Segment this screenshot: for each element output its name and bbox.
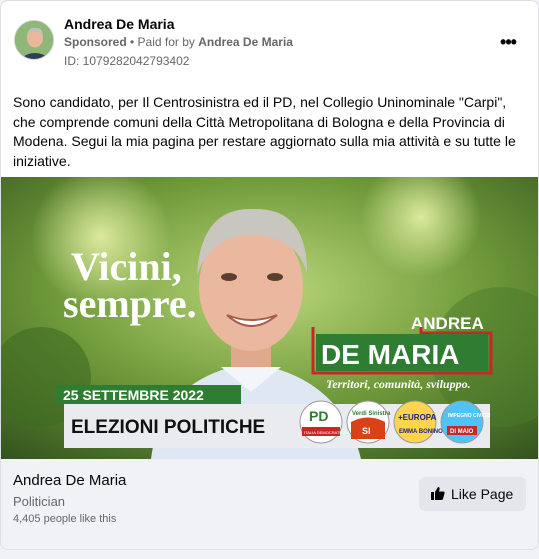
page-footer: Andrea De Maria Politician 4,405 people … (1, 459, 538, 549)
page-avatar[interactable] (14, 20, 54, 60)
tagline: Territori, comunità, sviluppo. (326, 377, 471, 391)
page-name[interactable]: Andrea De Maria (64, 16, 174, 32)
more-dots-icon[interactable]: ••• (494, 32, 522, 52)
logo-impegno-bottom: DI MAIO (450, 429, 474, 435)
like-page-button[interactable]: Like Page (419, 477, 526, 511)
paid-for-prefix: • Paid for by (126, 35, 199, 49)
slogan-line2: sempre. (63, 281, 197, 326)
ad-image[interactable]: Vicini, sempre. ANDREA DE MARIA Territor… (1, 177, 538, 459)
thumbs-up-icon (431, 486, 445, 500)
like-page-label: Like Page (451, 486, 514, 502)
election-title: ELEZIONI POLITICHE (71, 417, 265, 438)
logo-verdi-top: Verdi Sinistra (352, 411, 391, 417)
election-date: 25 SETTEMBRE 2022 (63, 387, 204, 403)
footer-page-likes: 4,405 people like this (13, 513, 117, 525)
sponsored-line: Sponsored • Paid for by Andrea De Maria (64, 35, 293, 49)
candidate-last-name: DE MARIA (321, 339, 459, 370)
post-body: Sono candidato, per Il Centrosinistra ed… (13, 94, 516, 169)
footer-page-category: Politician (13, 494, 66, 509)
post-header: Andrea De Maria Sponsored • Paid for by … (1, 1, 538, 81)
paid-for-name[interactable]: Andrea De Maria (198, 35, 293, 49)
logo-europa-top: +EUROPA (398, 413, 437, 422)
ad-card: Andrea De Maria Sponsored • Paid for by … (0, 0, 539, 550)
footer-page-name[interactable]: Andrea De Maria (13, 472, 126, 489)
logo-verdi-bottom: SI (362, 426, 371, 436)
ad-id: ID: 1079282042793402 (64, 54, 190, 68)
logo-europa-bottom: EMMA BONINO (399, 429, 443, 435)
sponsored-label: Sponsored (64, 35, 127, 49)
logo-impegno-top: IMPEGNO CIVICO (448, 413, 490, 419)
ad-image-graphic: Vicini, sempre. ANDREA DE MARIA Territor… (1, 177, 538, 459)
logo-pd-top: PD (309, 408, 328, 424)
